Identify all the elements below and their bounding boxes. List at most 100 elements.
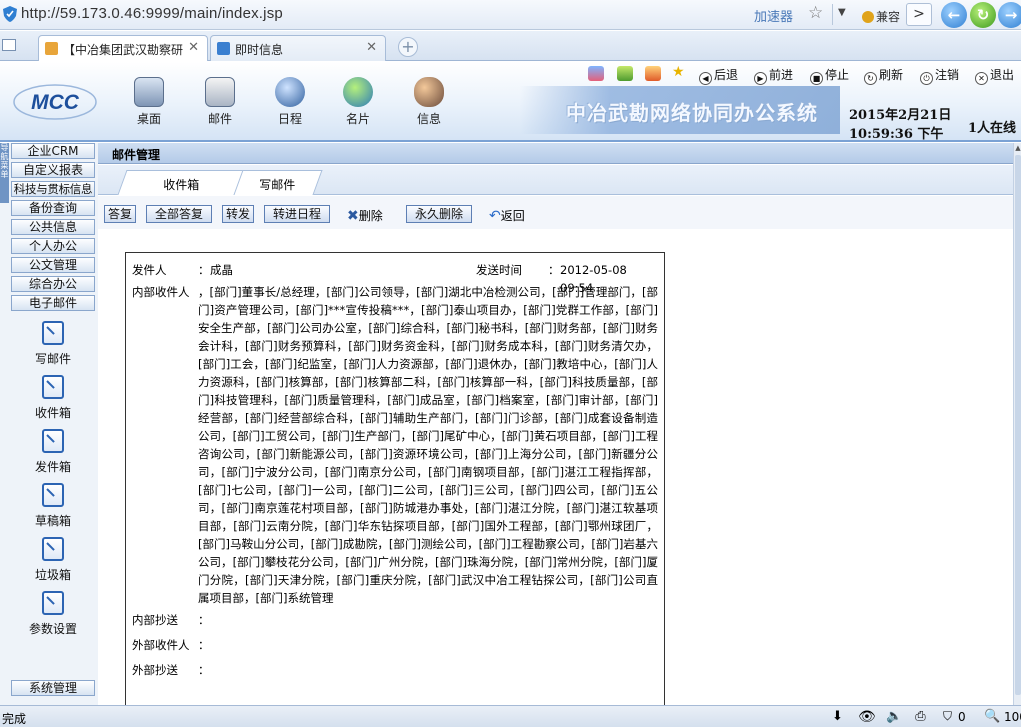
- tab-inbox[interactable]: 收件箱: [117, 170, 247, 195]
- permanent-delete-button[interactable]: 永久删除: [406, 205, 472, 223]
- folder-icon[interactable]: [617, 66, 633, 81]
- external-cc-row: 外部抄送 ：: [132, 661, 658, 686]
- sidebar-item-outbox[interactable]: 发件箱: [18, 429, 88, 475]
- forward-button[interactable]: 转发: [222, 205, 254, 223]
- desktop-icon: [134, 77, 164, 107]
- reply-all-button[interactable]: 全部答复: [146, 205, 212, 223]
- toolbar-logout-button[interactable]: ⏻ 注销: [920, 66, 959, 85]
- tab-compose[interactable]: 写邮件: [233, 170, 323, 195]
- refresh-icon: ↻: [976, 6, 990, 24]
- mail-tab-row: 收件箱 写邮件: [98, 165, 1013, 195]
- forward-arrow-icon: →: [1004, 6, 1018, 24]
- pen-icon: [42, 537, 64, 561]
- stop-icon: ■: [810, 72, 823, 85]
- go-arrow-icon[interactable]: >: [906, 3, 932, 26]
- download-icon[interactable]: ⬇: [830, 709, 845, 724]
- accelerator-button[interactable]: 加速器: [754, 6, 793, 25]
- refresh-icon: ↻: [864, 72, 877, 85]
- favorite-star-icon[interactable]: ★: [672, 64, 685, 80]
- colon: ：: [198, 613, 210, 627]
- nav-calendar[interactable]: 日程: [268, 77, 312, 127]
- mail-management-panel: 邮件管理 收件箱 写邮件 答复 全部答复 转发 转进日程 ✖删除 永久删除 ↶返…: [98, 143, 1013, 705]
- tab-label: 写邮件: [259, 178, 296, 192]
- sender-label: 发件人: [132, 263, 167, 277]
- delete-button[interactable]: ✖删除: [347, 207, 383, 224]
- delete-label: 删除: [358, 209, 383, 223]
- sidebar-item-document-mgmt[interactable]: 公文管理: [11, 257, 95, 273]
- to-schedule-button[interactable]: 转进日程: [264, 205, 330, 223]
- toolbar-stop-button[interactable]: ■ 停止: [810, 66, 849, 85]
- toolbar-refresh-label: 刷新: [879, 68, 904, 82]
- sidebar-collapse-strip[interactable]: 导航菜单: [0, 143, 9, 203]
- sidebar-item-crm[interactable]: 企业CRM: [11, 143, 95, 159]
- sidebar-item-tech-info[interactable]: 科技与贯标信息: [11, 181, 95, 197]
- zoom-icon[interactable]: 🔍: [984, 709, 1000, 724]
- sidebar-item-custom-report[interactable]: 自定义报表: [11, 162, 95, 178]
- nav-label: 名片: [345, 112, 370, 126]
- nav-mail[interactable]: 邮件: [198, 77, 242, 127]
- sidebar-item-settings[interactable]: 参数设置: [18, 591, 88, 637]
- url-text[interactable]: http://59.173.0.46:9999/main/index.jsp: [21, 5, 283, 22]
- shield-status-icon[interactable]: ⛉: [940, 709, 955, 724]
- eye-icon[interactable]: 👁: [858, 709, 876, 725]
- toolbar-refresh-button[interactable]: ↻ 刷新: [864, 66, 903, 85]
- exit-icon: ✕: [975, 72, 988, 85]
- users-icon[interactable]: [588, 66, 604, 81]
- toolbar-forward-button[interactable]: ▶ 前进: [754, 66, 793, 85]
- pen-icon: [42, 483, 64, 507]
- browser-refresh-button[interactable]: ↻: [970, 2, 996, 28]
- home-icon[interactable]: [645, 66, 661, 81]
- toolbar-forward-label: 前进: [769, 68, 794, 82]
- sidebar-item-inbox[interactable]: 收件箱: [18, 375, 88, 421]
- zoom-level[interactable]: 100%: [1004, 710, 1021, 724]
- reply-button[interactable]: 答复: [104, 205, 136, 223]
- compat-button[interactable]: 兼容: [859, 4, 905, 26]
- vertical-scrollbar[interactable]: ▲: [1013, 143, 1021, 705]
- browser-back-button[interactable]: ←: [941, 2, 967, 28]
- speaker-icon[interactable]: 🔈: [886, 709, 902, 724]
- message-icon: [414, 77, 444, 107]
- tab-label: 收件箱: [163, 178, 200, 192]
- new-tab-button[interactable]: +: [398, 37, 418, 57]
- menu-icon[interactable]: [2, 39, 16, 51]
- sidebar-item-compose[interactable]: 写邮件: [18, 321, 88, 367]
- sidebar-item-backup-query[interactable]: 备份查询: [11, 200, 95, 216]
- sidebar-item-general-office[interactable]: 综合办公: [11, 276, 95, 292]
- chevron-down-icon[interactable]: ▼: [838, 7, 846, 18]
- sidebar-item-public-info[interactable]: 公共信息: [11, 219, 95, 235]
- scroll-thumb[interactable]: [1015, 155, 1021, 695]
- nav-desktop[interactable]: 桌面: [127, 77, 171, 127]
- page-favicon-icon: [45, 42, 58, 55]
- browser-forward-button[interactable]: →: [998, 2, 1021, 28]
- compat-icon: [862, 11, 874, 23]
- back-button[interactable]: ↶返回: [489, 207, 525, 224]
- internal-cc-row: 内部抄送 ：: [132, 611, 658, 636]
- system-title: 中冶武勘网络协同办公系统: [566, 101, 818, 125]
- toolbar-exit-button[interactable]: ✕ 退出: [975, 66, 1014, 85]
- close-icon[interactable]: ✕: [366, 40, 377, 55]
- sidebar-item-system-mgmt[interactable]: 系统管理: [11, 680, 95, 696]
- close-icon[interactable]: ✕: [188, 40, 199, 55]
- sender-row: 发件人 ： 成晶 发送时间 ： 2012-05-08 09:54: [132, 261, 658, 295]
- print-icon[interactable]: ⎙: [913, 709, 928, 724]
- sender-value: 成晶: [210, 263, 233, 277]
- external-to-label: 外部收件人: [132, 638, 190, 652]
- sidebar-item-label: 发件箱: [34, 460, 71, 474]
- sidebar-item-personal-office[interactable]: 个人办公: [11, 238, 95, 254]
- toolbar-back-label: 后退: [714, 68, 739, 82]
- sidebar-item-email[interactable]: 电子邮件: [11, 295, 95, 311]
- sidebar-item-drafts[interactable]: 草稿箱: [18, 483, 88, 529]
- nav-message[interactable]: 信息: [407, 77, 451, 127]
- return-arrow-icon: ↶: [489, 208, 501, 224]
- nav-card[interactable]: 名片: [336, 77, 380, 127]
- star-icon[interactable]: ☆: [808, 3, 823, 23]
- toolbar-back-button[interactable]: ◀ 后退: [699, 66, 738, 85]
- scroll-up-icon[interactable]: ▲: [1014, 143, 1021, 153]
- divider: [832, 4, 833, 25]
- sidebar-item-trash[interactable]: 垃圾箱: [18, 537, 88, 583]
- sent-time-label: 发送时间: [476, 263, 522, 277]
- browser-tab-instant-info[interactable]: 即时信息 ✕: [210, 35, 386, 61]
- compat-label: 兼容: [876, 10, 901, 24]
- current-time: 10:59:36 下午: [849, 127, 944, 142]
- browser-tab-main[interactable]: 【中冶集团武汉勘察研 ✕: [38, 35, 208, 61]
